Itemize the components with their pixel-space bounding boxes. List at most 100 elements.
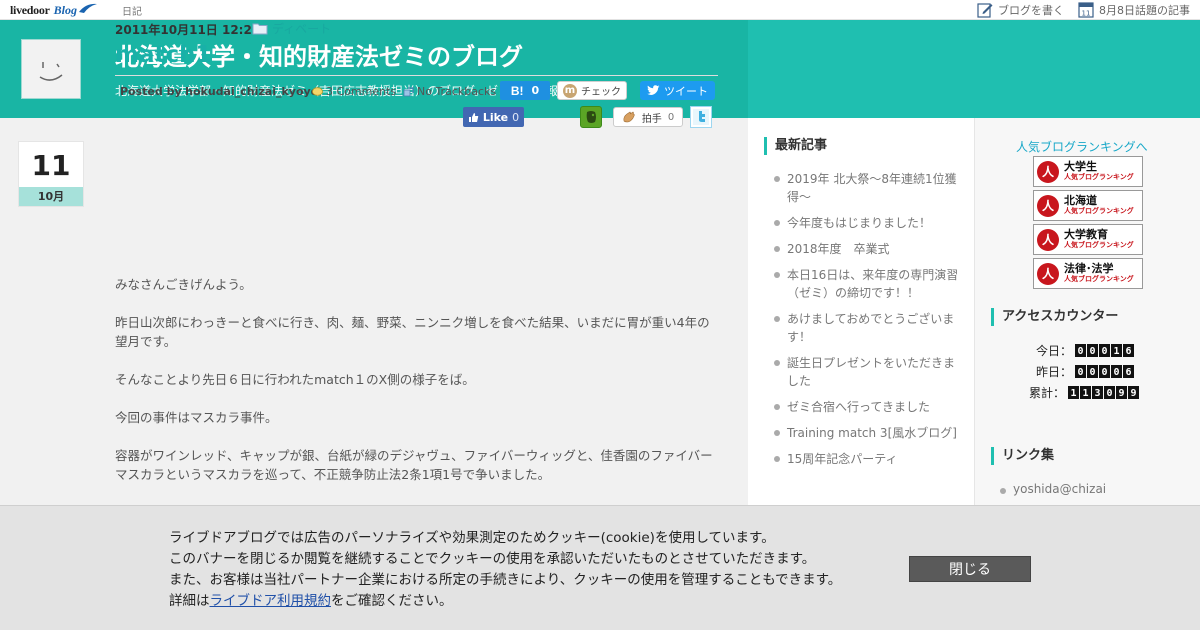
comments-link[interactable]: 3 Comments bbox=[312, 85, 396, 98]
counter-digit: 0 bbox=[1075, 344, 1087, 357]
recent-post-link[interactable]: 誕生日プレゼントをいただきました bbox=[772, 354, 962, 390]
recent-post-link[interactable]: あけましておめでとうございます！ bbox=[772, 310, 962, 346]
counter-digit: 0 bbox=[1087, 365, 1099, 378]
trackback-icon bbox=[403, 86, 414, 96]
counter-digit: 1 bbox=[1080, 386, 1092, 399]
post-author: Posted by hokudai_chizai_kyoyo bbox=[120, 85, 318, 98]
evernote-elephant-icon bbox=[586, 111, 596, 123]
post-title[interactable]: match1 bbox=[115, 42, 212, 68]
counter-today-digits: 00016 bbox=[1075, 344, 1135, 357]
trackbacks-link[interactable]: No Trackbacks bbox=[403, 85, 496, 98]
post-paragraph: 容器がワインレッド、キャップが銀、台紙が緑のデジャヴュ、ファイバーウィッグと、佳… bbox=[115, 448, 713, 482]
counter-today: 今日： 00016 bbox=[1036, 342, 1135, 359]
counter-digit: 1 bbox=[1111, 344, 1123, 357]
ranking-logo-icon: 人 bbox=[1037, 160, 1059, 183]
author-prefix: Posted by bbox=[120, 85, 182, 98]
counter-digit: 0 bbox=[1104, 386, 1116, 399]
header-right-panel bbox=[748, 20, 1200, 118]
recent-posts-list: 2019年 北大祭～8年連続1位獲得～ 今年度もはじまりました！ 2018年度 … bbox=[772, 170, 962, 476]
folder-icon bbox=[252, 23, 268, 35]
cookie-details-prefix: 詳細は bbox=[169, 593, 210, 609]
recent-posts-heading: 最新記事 bbox=[764, 137, 827, 155]
twitter-t-icon bbox=[693, 109, 709, 125]
link-item[interactable]: yoshida@chizai bbox=[1000, 482, 1106, 496]
recent-post-link[interactable]: 2019年 北大祭～8年連続1位獲得～ bbox=[772, 170, 962, 206]
calendar-day-text: 11 bbox=[1082, 10, 1091, 18]
post-datetime: 2011年10月11日 12:20 bbox=[115, 23, 261, 37]
ranking-category: 法律･法学 bbox=[1064, 262, 1114, 275]
topic-articles-link[interactable]: 11 8月8日話題の記事 bbox=[1078, 1, 1190, 18]
ranking-button-law[interactable]: 人 法律･法学 人気ブログランキング bbox=[1033, 258, 1143, 289]
top-bar: livedoor Blog 日記 ブログを書く 11 8月8日話題の記事 bbox=[0, 0, 1200, 20]
calendar-icon: 11 bbox=[1078, 2, 1094, 18]
cookie-line: また、お客様は当社パートナー企業における所定の手続きにより、クッキーの使用を管理… bbox=[169, 572, 842, 588]
counter-digit: 0 bbox=[1111, 365, 1123, 378]
clap-button[interactable]: 拍手 0 bbox=[613, 107, 683, 127]
mixi-check-label: チェック bbox=[581, 87, 621, 98]
recent-post-link[interactable]: 15周年記念パーティ bbox=[772, 450, 962, 468]
ranking-category: 大学教育 bbox=[1064, 228, 1108, 241]
close-cookie-button[interactable]: 閉じる bbox=[909, 556, 1031, 582]
write-blog-link[interactable]: ブログを書く bbox=[977, 2, 1064, 18]
post-paragraph: みなさんごきげんよう。 bbox=[115, 277, 252, 292]
ranking-logo-icon: 人 bbox=[1037, 262, 1059, 285]
cookie-details-suffix: をご確認ください。 bbox=[331, 593, 453, 609]
avatar[interactable] bbox=[21, 39, 81, 99]
ranking-button-hokkaido[interactable]: 人 北海道 人気ブログランキング bbox=[1033, 190, 1143, 221]
evernote-button[interactable] bbox=[580, 106, 602, 128]
counter-total-label: 累計： bbox=[1029, 386, 1066, 400]
counter-digit: 3 bbox=[1092, 386, 1104, 399]
ranking-category: 北海道 bbox=[1064, 194, 1097, 207]
hatena-b-icon: B! bbox=[510, 83, 524, 98]
counter-digit: 6 bbox=[1123, 365, 1135, 378]
counter-digit: 6 bbox=[1123, 344, 1135, 357]
links-list: yoshida@chizai bbox=[1000, 482, 1106, 496]
counter-digit: 0 bbox=[1099, 344, 1111, 357]
recent-post-link[interactable]: 今年度もはじまりました！ bbox=[772, 214, 962, 232]
twitter-bird-icon bbox=[647, 85, 660, 95]
hatena-count: 0 bbox=[531, 84, 540, 97]
livedoor-blog-logo[interactable]: livedoor Blog bbox=[10, 2, 98, 18]
diary-link[interactable]: 日記 bbox=[122, 3, 142, 18]
ranking-sub: 人気ブログランキング bbox=[1064, 173, 1134, 181]
cookie-consent-banner: ライブドアブログでは広告のパーソナライズや効果測定のためクッキー(cookie)… bbox=[0, 505, 1200, 630]
post-paragraph: 昨日山次郎にわっきーと食べに行き、肉、麺、野菜、ニンニク増しを食べた結果、いまだ… bbox=[115, 315, 710, 349]
cookie-line: ライブドアブログでは広告のパーソナライズや効果測定のためクッキー(cookie)… bbox=[169, 530, 775, 546]
cookie-line: このバナーを閉じるか閲覧を継続することでクッキーの使用を承認いただいたものとさせ… bbox=[169, 551, 816, 567]
ranking-category: 大学生 bbox=[1064, 160, 1097, 173]
post-category-link[interactable]: ディベート bbox=[252, 20, 331, 37]
ranking-button-university-education[interactable]: 人 大学教育 人気ブログランキング bbox=[1033, 224, 1143, 255]
like-label: Like bbox=[482, 110, 509, 124]
ranking-button-university-students[interactable]: 人 大学生 人気ブログランキング bbox=[1033, 156, 1143, 187]
post-month: 10月 bbox=[19, 187, 83, 206]
recent-post-link[interactable]: 本日16日は、来年度の専門演習（ゼミ）の締切です！！ bbox=[772, 266, 962, 302]
recent-post-link[interactable]: ゼミ合宿へ行ってきました bbox=[772, 398, 962, 416]
comment-bubble-icon bbox=[312, 86, 323, 96]
counter-digit: 9 bbox=[1116, 386, 1128, 399]
author-name: hokudai_chizai_kyoyo bbox=[185, 85, 319, 98]
ranking-sub: 人気ブログランキング bbox=[1064, 275, 1134, 283]
twitter-share-icon-button[interactable] bbox=[690, 106, 712, 128]
ranking-link[interactable]: 人気ブログランキングへ bbox=[1016, 138, 1148, 155]
clap-label: 拍手 bbox=[641, 113, 662, 125]
post-paragraph: そんなことより先日６日に行われたmatch１のX側の様子をば。 bbox=[115, 372, 475, 387]
counter-digit: 0 bbox=[1075, 365, 1087, 378]
mixi-check-button[interactable]: m チェック bbox=[557, 81, 627, 100]
counter-yesterday: 昨日： 00006 bbox=[1036, 363, 1135, 380]
tweet-label: ツイート bbox=[664, 84, 708, 98]
facebook-like-button[interactable]: Like 0 bbox=[463, 107, 524, 127]
logo-livedoor-text: livedoor bbox=[10, 3, 50, 17]
counter-digit: 0 bbox=[1099, 365, 1111, 378]
cookie-line-details: 詳細はライブドア利用規約をご確認ください。 bbox=[169, 591, 889, 612]
thumbs-up-icon bbox=[468, 112, 479, 122]
recent-post-link[interactable]: Training match 3[風水ブログ] bbox=[772, 424, 962, 442]
topic-articles-label: 8月8日話題の記事 bbox=[1099, 3, 1190, 17]
comments-label: 3 Comments bbox=[326, 85, 397, 98]
clap-hands-icon bbox=[623, 111, 635, 123]
recent-post-link[interactable]: 2018年度 卒業式 bbox=[772, 240, 962, 258]
tweet-button[interactable]: ツイート bbox=[640, 81, 715, 100]
hatena-bookmark-button[interactable]: B! 0 bbox=[500, 81, 550, 100]
logo-swoosh-icon bbox=[78, 3, 97, 13]
terms-of-use-link[interactable]: ライブドア利用規約 bbox=[210, 593, 332, 609]
counter-yesterday-digits: 00006 bbox=[1075, 365, 1135, 378]
